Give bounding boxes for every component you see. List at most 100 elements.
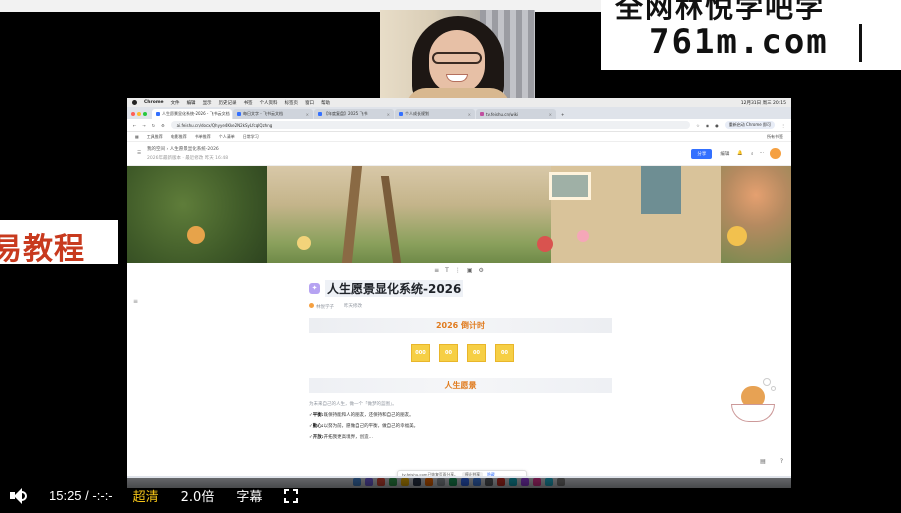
countdown-hours: 00: [439, 344, 458, 362]
cat-mascot-image: [729, 378, 779, 428]
tab-label: 每日文字 - 飞书云文档: [243, 111, 283, 116]
browser-tab[interactable]: 每日文字 - 飞书云文档 ×: [233, 109, 313, 119]
bookmark-item[interactable]: 工具推荐: [147, 134, 163, 140]
volume-icon[interactable]: [9, 487, 27, 505]
url-input[interactable]: ai.feishu.cn/docx/Qhyye4Kke2N2kSyLfcqIQz…: [170, 121, 691, 129]
menu-tabs[interactable]: 标签页: [285, 100, 299, 106]
countdown-seconds: 00: [495, 344, 514, 362]
crumb-space[interactable]: 我的空间: [147, 147, 165, 152]
item-key: 开放:: [312, 435, 324, 440]
window-controls: [131, 112, 147, 116]
notification-icon[interactable]: 🔔: [737, 151, 743, 156]
menu-history[interactable]: 历史记录: [219, 100, 237, 106]
web-icon: [480, 112, 484, 116]
browser-tab[interactable]: 【年度复盘】2025 飞书 ×: [314, 109, 394, 119]
menu-file[interactable]: 文件: [171, 100, 180, 106]
align-left-icon[interactable]: ≡: [434, 267, 439, 274]
close-icon[interactable]: ×: [306, 112, 309, 117]
all-bookmarks[interactable]: 所有书签: [767, 134, 783, 140]
doc-body: ✦ 人生愿景显化系统-2026 林悦学子 昨天修改 2026 倒计时 000 0…: [127, 280, 791, 440]
fullscreen-icon[interactable]: [284, 488, 299, 503]
menu-view[interactable]: 显示: [203, 100, 212, 106]
image-icon[interactable]: ▣: [467, 267, 473, 274]
feishu-icon: [399, 112, 403, 116]
reload-icon[interactable]: ↻: [152, 123, 155, 128]
menu-bookmarks[interactable]: 书签: [244, 100, 253, 106]
speed-button[interactable]: 2.0倍: [181, 486, 215, 505]
star-icon[interactable]: ☆: [696, 123, 700, 128]
list-item[interactable]: ✓勤心:以努为前，愿做自己的平衡，做自己的幸福美。: [309, 423, 791, 429]
apple-icon[interactable]: [132, 100, 137, 105]
close-icon[interactable]: ×: [468, 112, 471, 117]
list-item[interactable]: ✓开放:开拓我更高境界，创造...: [309, 434, 791, 440]
feishu-icon: [237, 112, 241, 116]
text-icon[interactable]: T: [445, 267, 449, 274]
settings-icon[interactable]: ⚙: [478, 267, 483, 274]
tab-label: 人生愿景显化系统-2026 - 飞书云文档: [162, 111, 230, 116]
bookmark-item[interactable]: 日常学习: [243, 134, 259, 140]
more-icon[interactable]: ⋯: [760, 151, 765, 156]
menu-help[interactable]: 帮助: [321, 100, 330, 106]
updated-time: 昨天修改: [344, 304, 362, 309]
more-icon[interactable]: ⋮: [781, 123, 785, 128]
maximize-window-icon[interactable]: [143, 112, 147, 116]
menubar-app[interactable]: Chrome: [144, 100, 164, 105]
bookmark-item[interactable]: 个人清单: [219, 134, 235, 140]
site-info-icon[interactable]: ⚙: [161, 123, 165, 128]
page-title[interactable]: 人生愿景显化系统-2026: [325, 280, 464, 297]
menu-edit[interactable]: 编辑: [187, 100, 196, 106]
tab-label: 个人成长规划: [405, 111, 429, 116]
forward-icon[interactable]: →: [142, 123, 145, 128]
close-icon[interactable]: ×: [549, 112, 552, 117]
menu-profile[interactable]: 个人资料: [260, 100, 278, 106]
bookmark-item[interactable]: 书单推荐: [195, 134, 211, 140]
countdown-timer: 000 00 00 00: [411, 344, 791, 362]
playback-time: 15:25 / -:-:-: [49, 488, 113, 503]
subtitle-button[interactable]: 字幕: [236, 486, 262, 505]
share-button[interactable]: 分享: [691, 148, 713, 159]
apps-icon[interactable]: ▦: [135, 134, 139, 139]
player-controls: 15:25 / -:-:- 超清 2.0倍 字幕: [0, 478, 901, 513]
browser-tab[interactable]: 人生愿景显化系统-2026 - 飞书云文档×: [152, 109, 232, 119]
item-text: 以努为前，愿做自己的平衡，做自己的幸福美。: [323, 424, 419, 429]
crumb-doc[interactable]: 人生愿景显化系统-2026: [170, 147, 219, 152]
comment-icon[interactable]: ▤: [760, 458, 766, 465]
webcam-feed: [380, 10, 535, 98]
bookmark-item[interactable]: 电影推荐: [171, 134, 187, 140]
tab-label: tv.feishu.cn/wiki: [486, 111, 519, 117]
edit-button[interactable]: 编辑: [720, 151, 729, 157]
browser-tab[interactable]: tv.feishu.cn/wiki ×: [476, 109, 556, 119]
help-icon[interactable]: ?: [780, 458, 783, 465]
video-player: 全网林悦学吧学 761m.com 易教程 Chrome 文件 编辑 显示 历史记…: [0, 0, 901, 513]
relaunch-button[interactable]: 重新启动 Chrome 即可: [724, 121, 775, 129]
profile-icon[interactable]: ●: [715, 123, 719, 128]
doc-emoji-icon[interactable]: ✦: [309, 283, 320, 294]
countdown-minutes: 00: [467, 344, 486, 362]
minimize-window-icon[interactable]: [137, 112, 141, 116]
menubar-clock: 12月31日 周三 20:15: [740, 100, 786, 106]
extension-icon[interactable]: ◉: [706, 123, 710, 128]
new-tab-button[interactable]: +: [557, 109, 569, 119]
sidebar-toggle-icon[interactable]: ☰: [137, 151, 141, 156]
side-tag: 易教程: [0, 220, 118, 267]
feishu-icon: [318, 112, 322, 116]
browser-tab[interactable]: 个人成长规划 ×: [395, 109, 475, 119]
intro-text: 为未来自己的人生，做一个「做梦的蓝图」。: [309, 402, 397, 407]
breadcrumb: 我的空间 › 人生愿景显化系统-2026 2026年最新版本 · 最近修改 昨天…: [147, 147, 229, 161]
duration: -:-:-: [92, 488, 113, 503]
doc-subtitle: 2026年最新版本 · 最近修改 昨天 16:48: [147, 156, 229, 161]
author: 林悦学子: [309, 303, 334, 310]
doc-cover-image: [127, 166, 791, 263]
mac-menubar: Chrome 文件 编辑 显示 历史记录 书签 个人资料 标签页 窗口 帮助 1…: [127, 98, 791, 107]
close-window-icon[interactable]: [131, 112, 135, 116]
quality-button[interactable]: 超清: [133, 486, 159, 505]
back-icon[interactable]: ←: [133, 123, 136, 128]
close-icon[interactable]: ×: [387, 112, 390, 117]
address-bar-row: ← → ↻ ⚙ ai.feishu.cn/docx/Qhyye4Kke2N2kS…: [127, 119, 791, 132]
align-center-icon[interactable]: ⋮: [455, 267, 461, 274]
search-icon[interactable]: ⌕: [751, 151, 754, 157]
list-item[interactable]: ✓平衡:既保持能和人的朋友，还保持和自己的朋友。: [309, 412, 791, 418]
menu-window[interactable]: 窗口: [305, 100, 314, 106]
avatar[interactable]: [770, 148, 781, 159]
countdown-heading: 2026 倒计时: [309, 318, 612, 333]
